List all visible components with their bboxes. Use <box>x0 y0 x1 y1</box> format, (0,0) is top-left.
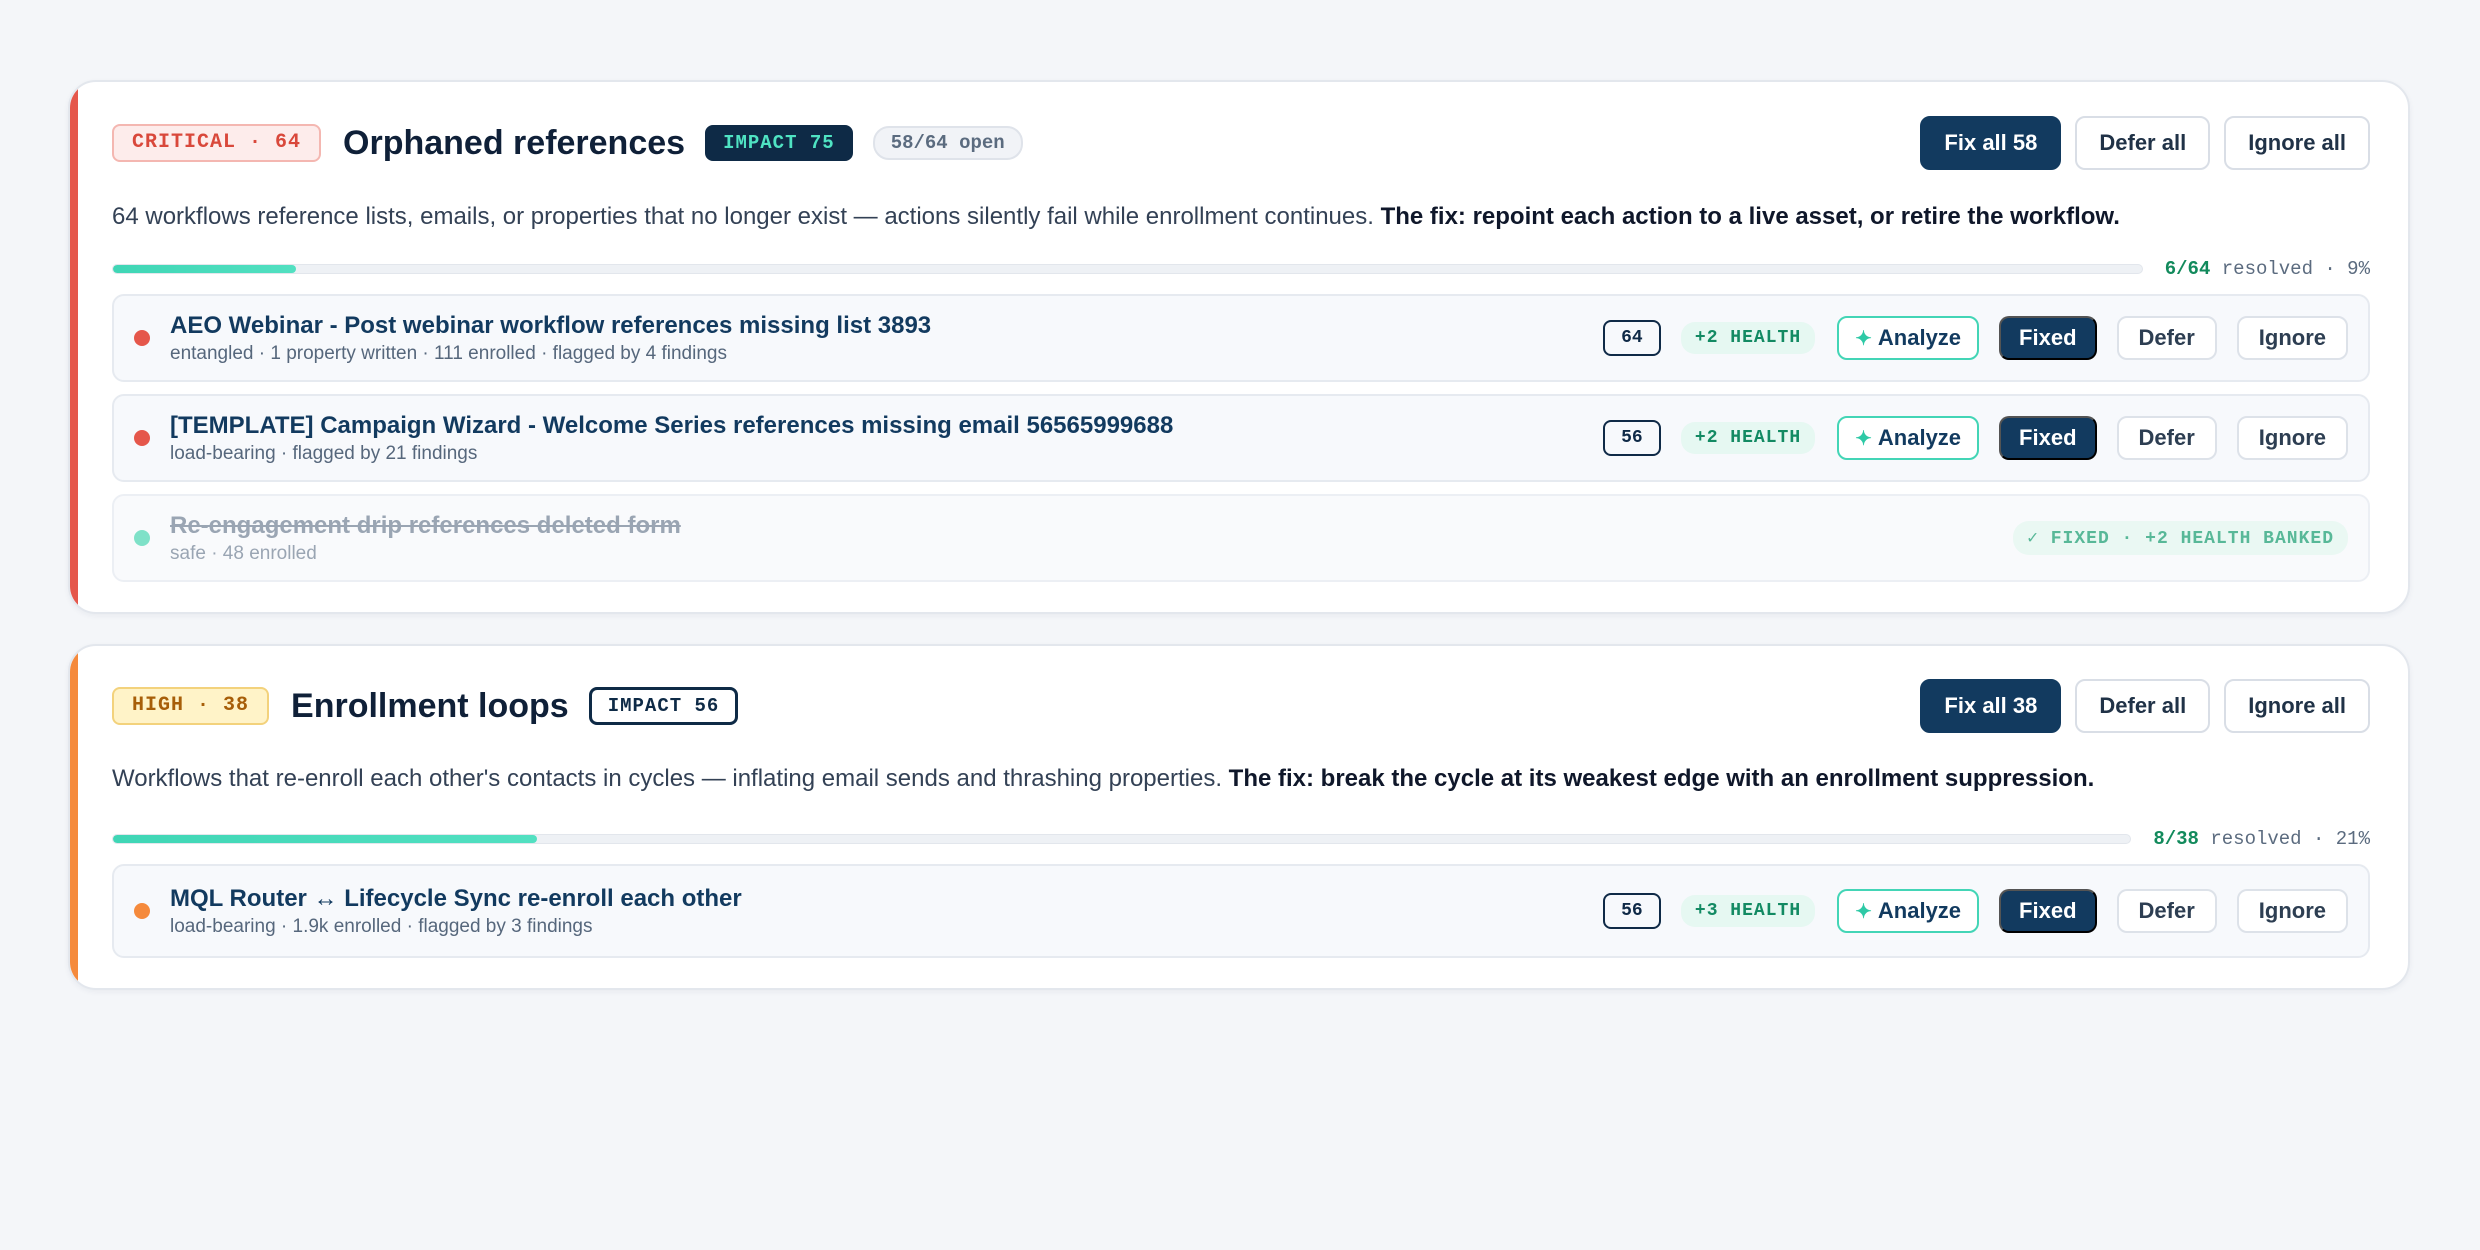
ignore-button[interactable]: Ignore <box>2236 316 2348 360</box>
score-badge: 64 <box>1602 320 1661 356</box>
ignore-all-button[interactable]: Ignore all <box>2224 116 2370 170</box>
progress-row: 8/38 resolved · 21% <box>112 824 2370 854</box>
issue-row: AEO Webinar - Post webinar workflow refe… <box>112 294 2370 382</box>
defer-button[interactable]: Defer <box>2116 416 2217 460</box>
severity-badge: HIGH · 38 <box>112 687 270 725</box>
progress-bar <box>112 264 2143 274</box>
issue-actions: 56 +2 HEALTH ✦ Analyze Fixed Defer Ignore <box>1602 416 2348 460</box>
progress-fill <box>113 835 537 843</box>
severity-dot <box>134 430 150 446</box>
sparkle-icon: ✦ <box>1855 900 1872 923</box>
group-title: Enrollment loops <box>291 686 569 725</box>
fix-guidance: The fix: break the cycle at its weakest … <box>1228 765 2095 792</box>
group-header: CRITICAL · 64 Orphaned references IMPACT… <box>112 82 2370 200</box>
description-text: 64 workflows reference lists, emails, or… <box>112 203 1374 230</box>
resolved-suffix: resolved · 9% <box>2221 258 2370 280</box>
analyze-label: Analyze <box>1877 325 1962 350</box>
score-badge: 56 <box>1602 893 1661 929</box>
status-dot <box>134 530 150 546</box>
score-badge: 56 <box>1602 420 1661 456</box>
fixed-status-badge: ✓ FIXED · +2 HEALTH BANKED <box>2013 521 2348 555</box>
issue-meta: load-bearing · flagged by 21 findings <box>170 443 478 464</box>
ignore-all-button[interactable]: Ignore all <box>2224 679 2370 733</box>
issue-text: AEO Webinar - Post webinar workflow refe… <box>170 311 1603 365</box>
description-text: Workflows that re-enroll each other's co… <box>112 765 1222 792</box>
resolved-count: 8/38 <box>2153 828 2199 850</box>
resolved-count: 6/64 <box>2164 258 2211 280</box>
issue-group-orphaned-references: CRITICAL · 64 Orphaned references IMPACT… <box>68 80 2410 614</box>
fix-all-button[interactable]: Fix all 38 <box>1920 679 2062 733</box>
progress-bar <box>112 834 2132 844</box>
issue-title: Re-engagement drip references deleted fo… <box>170 512 681 539</box>
fix-guidance: The fix: repoint each action to a live a… <box>1380 203 2120 230</box>
group-description: 64 workflows reference lists, emails, or… <box>112 200 2370 234</box>
health-badge: +3 HEALTH <box>1680 895 1816 927</box>
impact-badge: IMPACT 56 <box>588 687 739 725</box>
progress-fill <box>113 265 296 273</box>
analyze-label: Analyze <box>1877 425 1962 450</box>
sparkle-icon: ✦ <box>1855 427 1872 450</box>
group-description: Workflows that re-enroll each other's co… <box>112 762 2370 796</box>
ignore-button[interactable]: Ignore <box>2236 889 2348 933</box>
group-actions: Fix all 38 Defer all Ignore all <box>1920 679 2370 733</box>
health-badge: +2 HEALTH <box>1680 322 1816 354</box>
issue-title[interactable]: MQL Router ↔ Lifecycle Sync re-enroll ea… <box>170 884 1603 914</box>
defer-button[interactable]: Defer <box>2116 316 2217 360</box>
defer-all-button[interactable]: Defer all <box>2075 679 2211 733</box>
issue-title[interactable]: AEO Webinar - Post webinar workflow refe… <box>170 311 1603 341</box>
fix-all-button[interactable]: Fix all 58 <box>1920 116 2062 170</box>
issue-title[interactable]: [TEMPLATE] Campaign Wizard - Welcome Ser… <box>170 411 1603 441</box>
issue-row: [TEMPLATE] Campaign Wizard - Welcome Ser… <box>112 394 2370 482</box>
issue-meta: load-bearing · 1.9k enrolled · flagged b… <box>170 916 593 937</box>
fixed-button[interactable]: Fixed <box>1999 889 2097 933</box>
defer-button[interactable]: Defer <box>2116 889 2217 933</box>
impact-badge: IMPACT 75 <box>705 125 853 161</box>
fixed-button[interactable]: Fixed <box>1999 316 2097 360</box>
issue-text: MQL Router ↔ Lifecycle Sync re-enroll ea… <box>170 884 1603 938</box>
issue-actions: 56 +3 HEALTH ✦ Analyze Fixed Defer Ignore <box>1602 889 2348 933</box>
severity-dot <box>134 330 150 346</box>
progress-row: 6/64 resolved · 9% <box>112 254 2370 284</box>
ignore-button[interactable]: Ignore <box>2236 416 2348 460</box>
severity-dot <box>134 903 150 919</box>
analyze-button[interactable]: ✦ Analyze <box>1837 316 1980 360</box>
group-actions: Fix all 58 Defer all Ignore all <box>1920 116 2370 170</box>
issue-actions: 64 +2 HEALTH ✦ Analyze Fixed Defer Ignore <box>1602 316 2348 360</box>
fixed-button[interactable]: Fixed <box>1999 416 2097 460</box>
severity-badge: CRITICAL · 64 <box>112 124 322 162</box>
open-count-badge: 58/64 open <box>872 126 1023 160</box>
health-badge: +2 HEALTH <box>1680 422 1816 454</box>
sparkle-icon: ✦ <box>1855 327 1872 350</box>
analyze-button[interactable]: ✦ Analyze <box>1837 416 1980 460</box>
defer-all-button[interactable]: Defer all <box>2075 116 2211 170</box>
issue-meta: entangled · 1 property written · 111 enr… <box>170 343 727 364</box>
progress-label: 6/64 resolved · 9% <box>2165 258 2370 280</box>
issue-row-fixed: Re-engagement drip references deleted fo… <box>112 494 2370 582</box>
group-header: HIGH · 38 Enrollment loops IMPACT 56 Fix… <box>112 646 2370 762</box>
issue-meta: safe · 48 enrolled <box>170 543 317 564</box>
analyze-button[interactable]: ✦ Analyze <box>1837 889 1980 933</box>
issue-text: Re-engagement drip references deleted fo… <box>170 511 2013 565</box>
progress-label: 8/38 resolved · 21% <box>2153 828 2370 850</box>
issue-row: MQL Router ↔ Lifecycle Sync re-enroll ea… <box>112 864 2370 958</box>
group-title: Orphaned references <box>343 123 686 162</box>
analyze-label: Analyze <box>1877 898 1962 923</box>
resolved-suffix: resolved · 21% <box>2210 828 2370 850</box>
issue-text: [TEMPLATE] Campaign Wizard - Welcome Ser… <box>170 411 1603 465</box>
issue-group-enrollment-loops: HIGH · 38 Enrollment loops IMPACT 56 Fix… <box>68 644 2410 990</box>
